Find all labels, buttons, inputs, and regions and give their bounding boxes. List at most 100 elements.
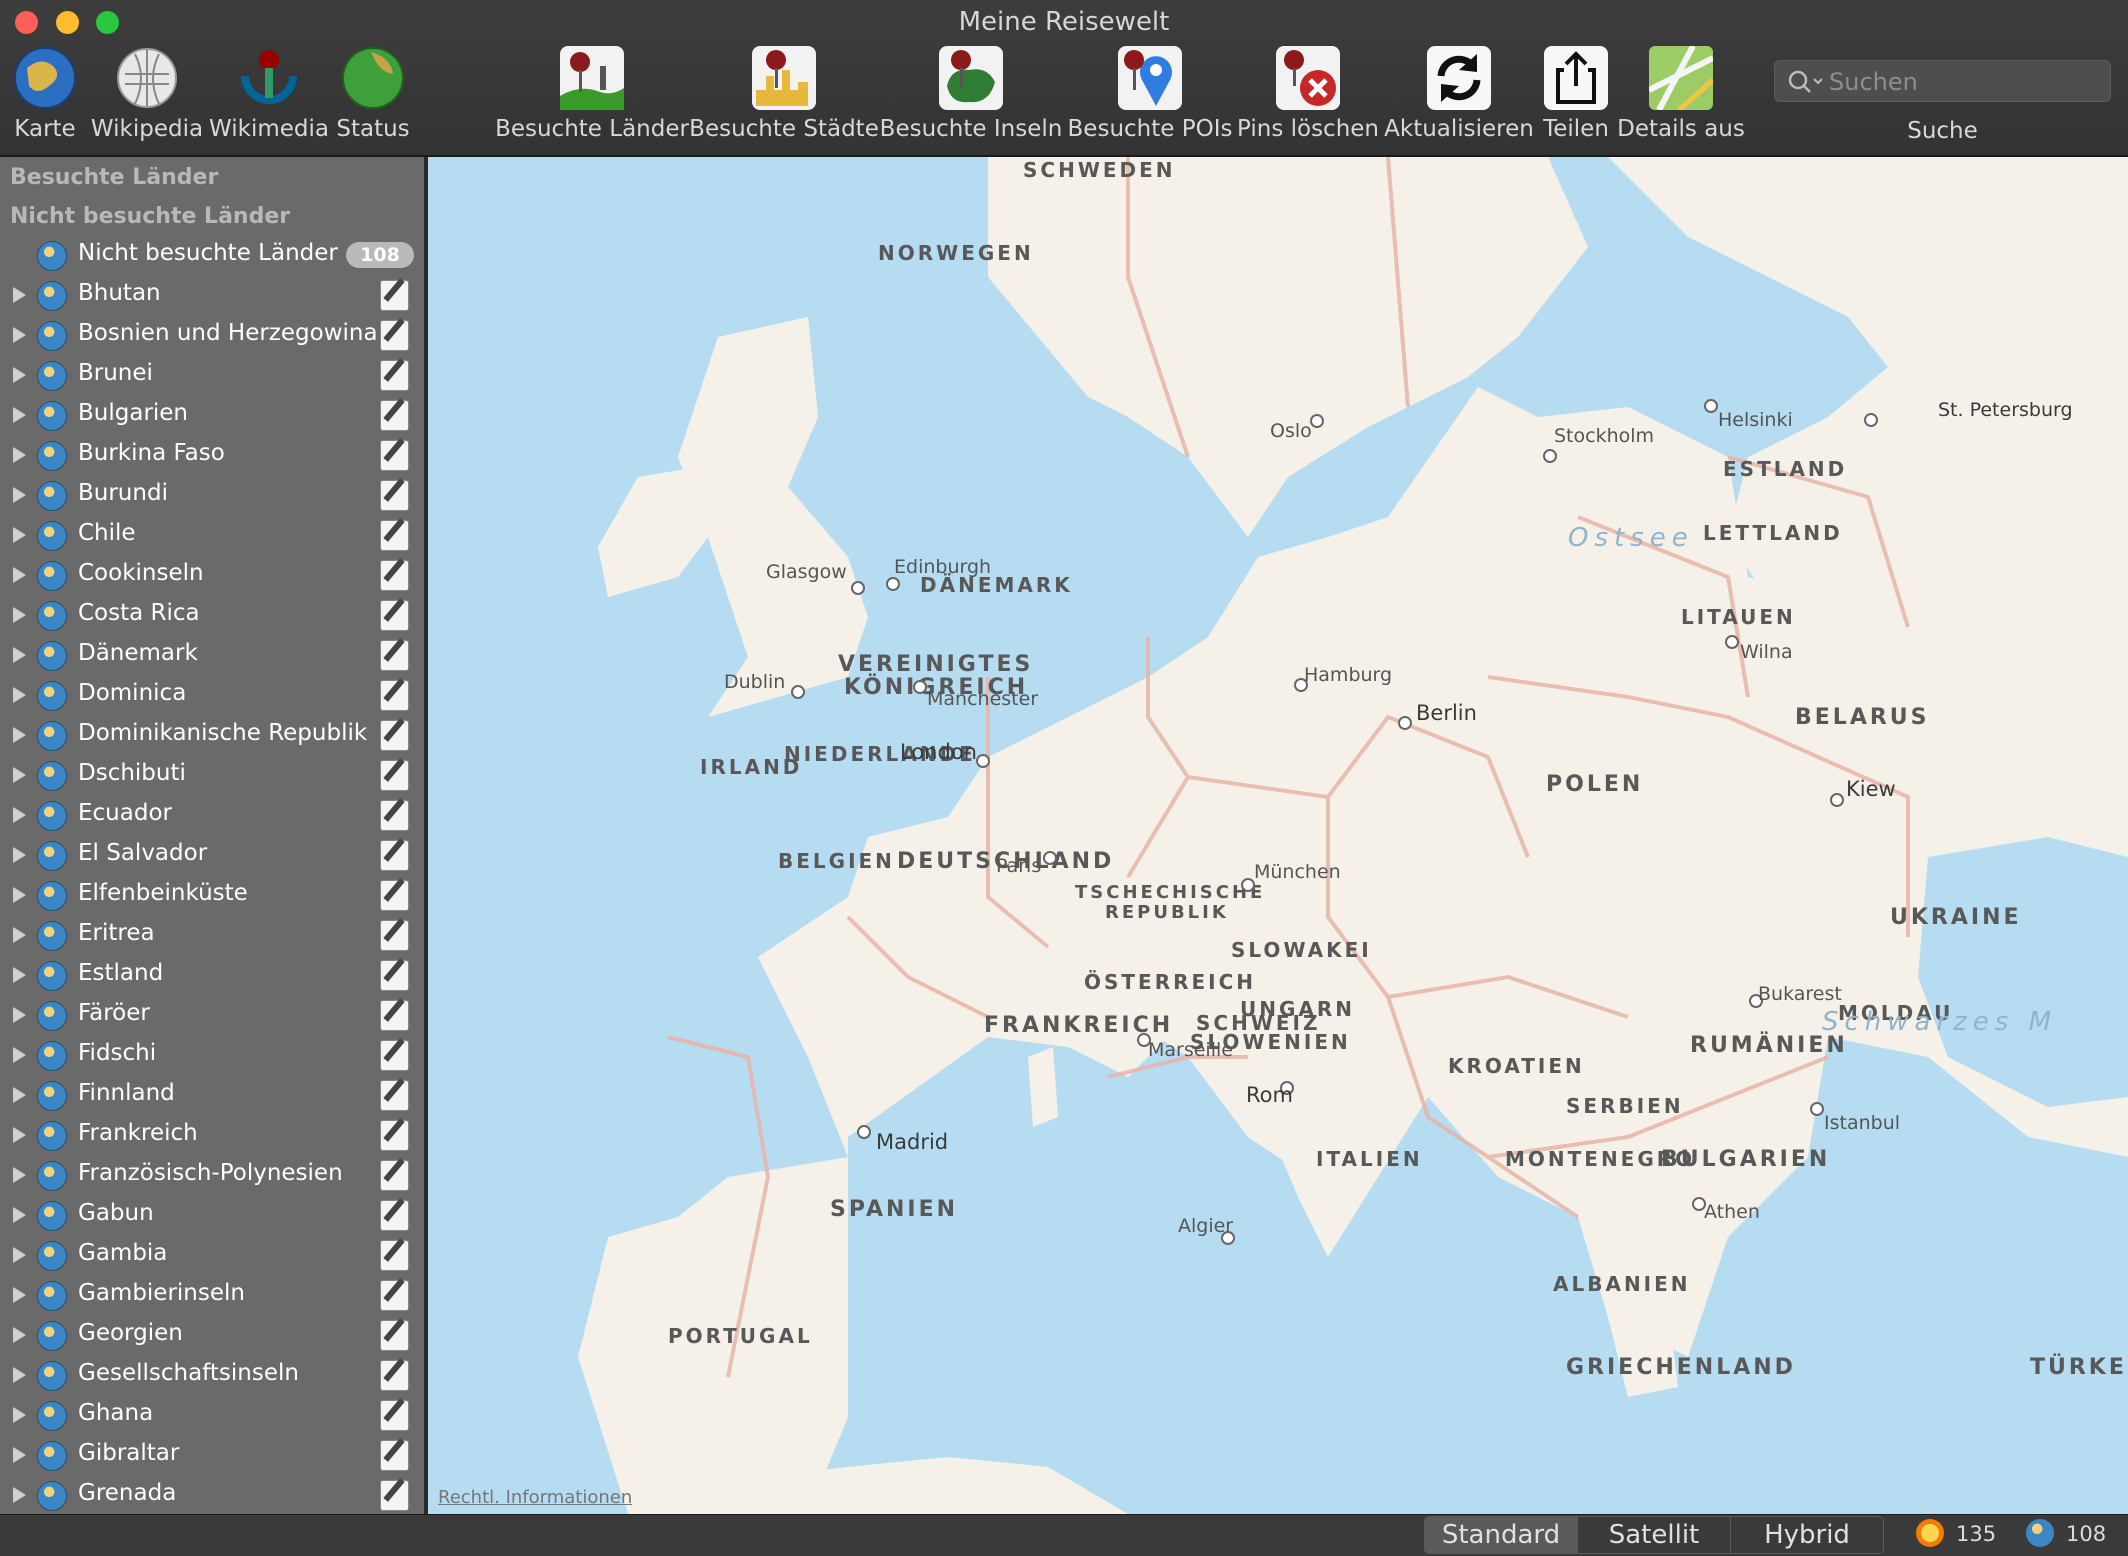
edit-icon[interactable] [380, 720, 409, 751]
country-row[interactable]: Burkina Faso [0, 435, 424, 475]
country-row[interactable]: Elfenbeinküste [0, 875, 424, 915]
disclosure-triangle-icon[interactable] [13, 1447, 26, 1463]
city-marker-london[interactable] [976, 754, 990, 768]
country-row[interactable]: Ecuador [0, 795, 424, 835]
wikimedia-button[interactable]: Wikimedia [209, 46, 329, 142]
edit-icon[interactable] [380, 1160, 409, 1191]
city-marker-stockholm[interactable] [1543, 449, 1557, 463]
group-row-unvisited[interactable]: Nicht besuchte Länder 108 [0, 235, 424, 275]
country-row[interactable]: Gambia [0, 1235, 424, 1275]
country-row[interactable]: Dominica [0, 675, 424, 715]
country-row[interactable]: Georgien [0, 1315, 424, 1355]
country-row[interactable]: Gesellschaftsinseln [0, 1355, 424, 1395]
edit-icon[interactable] [380, 1440, 409, 1471]
country-row[interactable]: Fidschi [0, 1035, 424, 1075]
city-marker-madrid[interactable] [857, 1125, 871, 1139]
city-marker-manchester[interactable] [913, 680, 927, 694]
edit-icon[interactable] [380, 320, 409, 351]
edit-icon[interactable] [380, 1320, 409, 1351]
disclosure-triangle-icon[interactable] [13, 647, 26, 663]
edit-icon[interactable] [380, 600, 409, 631]
sidebar[interactable]: Besuchte Länder Nicht besuchte Länder Ni… [0, 157, 424, 1514]
disclosure-triangle-icon[interactable] [13, 1087, 26, 1103]
country-row[interactable]: El Salvador [0, 835, 424, 875]
edit-icon[interactable] [380, 1480, 409, 1511]
city-marker-dublin[interactable] [791, 685, 805, 699]
disclosure-triangle-icon[interactable] [13, 887, 26, 903]
disclosure-triangle-icon[interactable] [13, 607, 26, 623]
besuchte-pois-button[interactable]: Besuchte POIs [1068, 46, 1232, 142]
map-view[interactable]: SCHWEDEN NORWEGEN ESTLAND LETTLAND DÄNEM… [428, 157, 2128, 1514]
edit-icon[interactable] [380, 840, 409, 871]
city-marker-oslo[interactable] [1310, 414, 1324, 428]
edit-icon[interactable] [380, 760, 409, 791]
disclosure-triangle-icon[interactable] [13, 407, 26, 423]
country-row[interactable]: Burundi [0, 475, 424, 515]
disclosure-triangle-icon[interactable] [13, 1247, 26, 1263]
disclosure-triangle-icon[interactable] [13, 567, 26, 583]
wikipedia-button[interactable]: Wikipedia [91, 46, 203, 142]
country-row[interactable]: Bosnien und Herzegowina [0, 315, 424, 355]
edit-icon[interactable] [380, 960, 409, 991]
section-header-visited[interactable]: Besuchte Länder [10, 165, 218, 190]
segment-satellit[interactable]: Satellit [1578, 1517, 1731, 1553]
edit-icon[interactable] [380, 1360, 409, 1391]
disclosure-triangle-icon[interactable] [13, 927, 26, 943]
country-row[interactable]: Grenada [0, 1475, 424, 1514]
edit-icon[interactable] [380, 1400, 409, 1431]
disclosure-triangle-icon[interactable] [13, 1327, 26, 1343]
edit-icon[interactable] [380, 1240, 409, 1271]
city-marker-paris[interactable] [1043, 851, 1057, 865]
edit-icon[interactable] [380, 1040, 409, 1071]
disclosure-triangle-icon[interactable] [13, 767, 26, 783]
edit-icon[interactable] [380, 800, 409, 831]
disclosure-triangle-icon[interactable] [13, 447, 26, 463]
country-row[interactable]: Cookinseln [0, 555, 424, 595]
legal-info-link[interactable]: Rechtl. Informationen [438, 1487, 632, 1508]
edit-icon[interactable] [380, 640, 409, 671]
country-row[interactable]: Estland [0, 955, 424, 995]
status-button[interactable]: Status [336, 46, 410, 142]
map-type-segmented-control[interactable]: Standard Satellit Hybrid [1424, 1516, 1884, 1554]
besuchte-staedte-button[interactable]: Besuchte Städte [689, 46, 879, 142]
edit-icon[interactable] [380, 480, 409, 511]
besuchte-laender-button[interactable]: Besuchte Länder [495, 46, 689, 142]
edit-icon[interactable] [380, 1080, 409, 1111]
disclosure-triangle-icon[interactable] [13, 1407, 26, 1423]
country-row[interactable]: Gibraltar [0, 1435, 424, 1475]
country-row[interactable]: Ghana [0, 1395, 424, 1435]
edit-icon[interactable] [380, 280, 409, 311]
disclosure-triangle-icon[interactable] [13, 1007, 26, 1023]
disclosure-triangle-icon[interactable] [13, 527, 26, 543]
section-header-unvisited[interactable]: Nicht besuchte Länder [10, 204, 290, 229]
country-row[interactable]: Finnland [0, 1075, 424, 1115]
country-row[interactable]: Frankreich [0, 1115, 424, 1155]
disclosure-triangle-icon[interactable] [13, 367, 26, 383]
country-row[interactable]: Gambierinseln [0, 1275, 424, 1315]
disclosure-triangle-icon[interactable] [13, 687, 26, 703]
segment-standard[interactable]: Standard [1425, 1517, 1578, 1553]
search-input[interactable] [1827, 61, 2101, 103]
edit-icon[interactable] [380, 1120, 409, 1151]
disclosure-triangle-icon[interactable] [13, 1127, 26, 1143]
edit-icon[interactable] [380, 560, 409, 591]
disclosure-triangle-icon[interactable] [13, 327, 26, 343]
country-row[interactable]: Dominikanische Republik [0, 715, 424, 755]
city-marker-wilna[interactable] [1725, 635, 1739, 649]
edit-icon[interactable] [380, 400, 409, 431]
city-marker-edinburgh[interactable] [886, 577, 900, 591]
city-marker-helsinki[interactable] [1704, 399, 1718, 413]
disclosure-triangle-icon[interactable] [13, 807, 26, 823]
city-marker-istanbul[interactable] [1810, 1102, 1824, 1116]
disclosure-triangle-icon[interactable] [13, 1207, 26, 1223]
city-marker-muenchen[interactable] [1241, 878, 1255, 892]
city-marker-st-petersburg[interactable] [1864, 413, 1878, 427]
country-row[interactable]: Costa Rica [0, 595, 424, 635]
country-row[interactable]: Bulgarien [0, 395, 424, 435]
city-marker-glasgow[interactable] [851, 581, 865, 595]
details-aus-button[interactable]: Details aus [1617, 46, 1745, 142]
segment-hybrid[interactable]: Hybrid [1731, 1517, 1883, 1553]
karte-button[interactable]: Karte [10, 46, 80, 142]
city-marker-kiew[interactable] [1830, 793, 1844, 807]
edit-icon[interactable] [380, 1000, 409, 1031]
